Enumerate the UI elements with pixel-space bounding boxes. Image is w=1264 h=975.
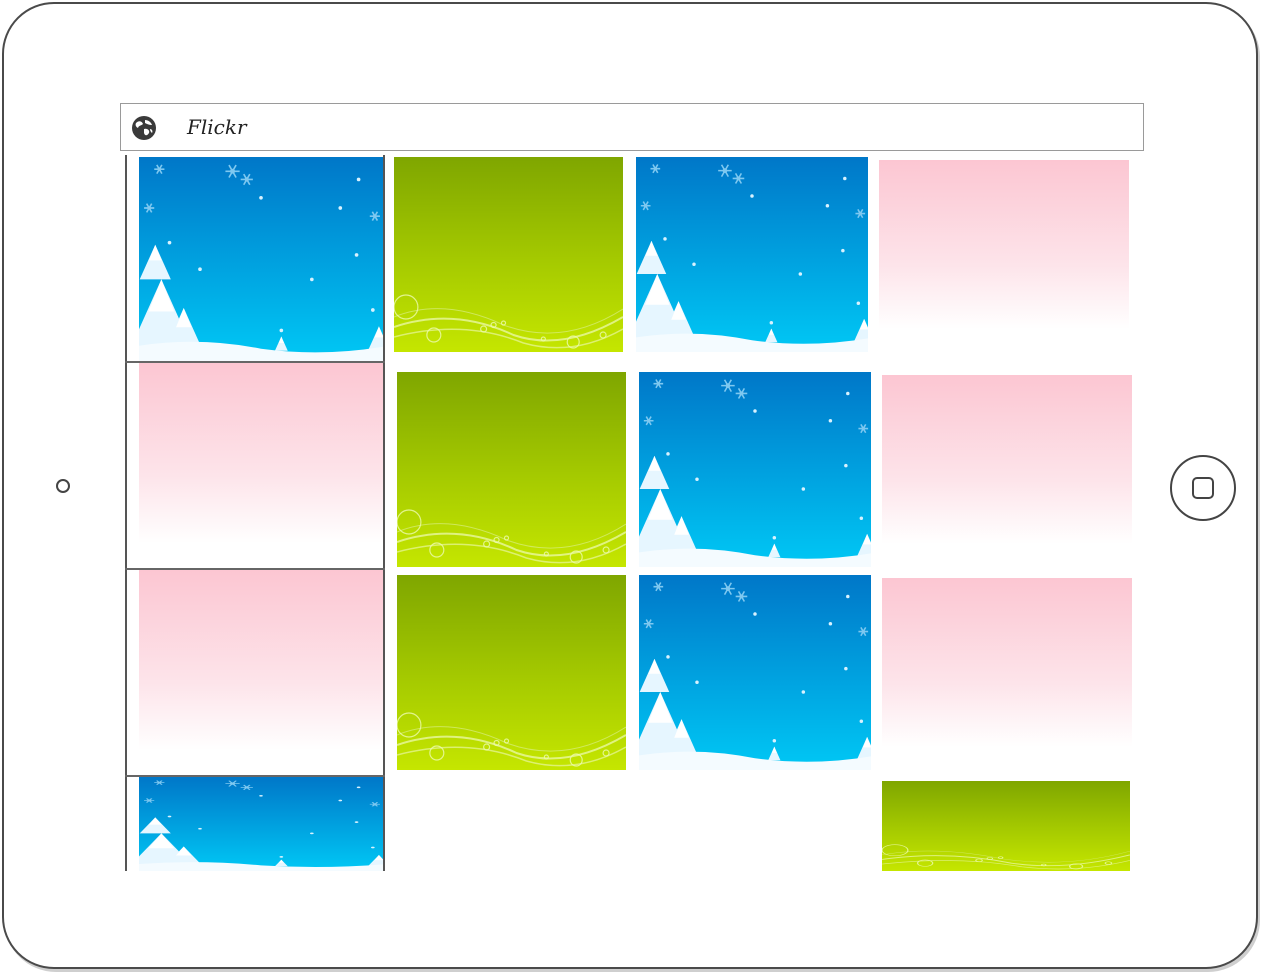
photo-thumbnail[interactable] xyxy=(139,363,383,568)
photo-thumbnail[interactable] xyxy=(879,160,1129,352)
address-bar[interactable]: Flickr xyxy=(120,103,1144,151)
photo-thumbnail[interactable] xyxy=(636,157,868,352)
camera-icon xyxy=(56,479,70,493)
photo-thumbnail[interactable] xyxy=(882,375,1132,567)
photo-thumbnail[interactable] xyxy=(397,575,626,770)
home-button[interactable] xyxy=(1170,455,1236,521)
photo-thumbnail[interactable] xyxy=(394,157,623,352)
photo-thumbnail[interactable] xyxy=(882,578,1132,770)
home-button-icon xyxy=(1192,477,1214,499)
photo-thumbnail[interactable] xyxy=(882,781,1130,871)
photo-thumbnail[interactable] xyxy=(139,777,383,871)
photo-thumbnail[interactable] xyxy=(139,157,383,361)
photo-grid xyxy=(120,155,1144,871)
globe-icon xyxy=(132,116,156,140)
photo-thumbnail[interactable] xyxy=(639,372,871,567)
photo-thumbnail[interactable] xyxy=(639,575,871,770)
photo-thumbnail[interactable] xyxy=(397,372,626,567)
site-title: Flickr xyxy=(187,115,247,139)
photo-thumbnail[interactable] xyxy=(139,570,383,775)
